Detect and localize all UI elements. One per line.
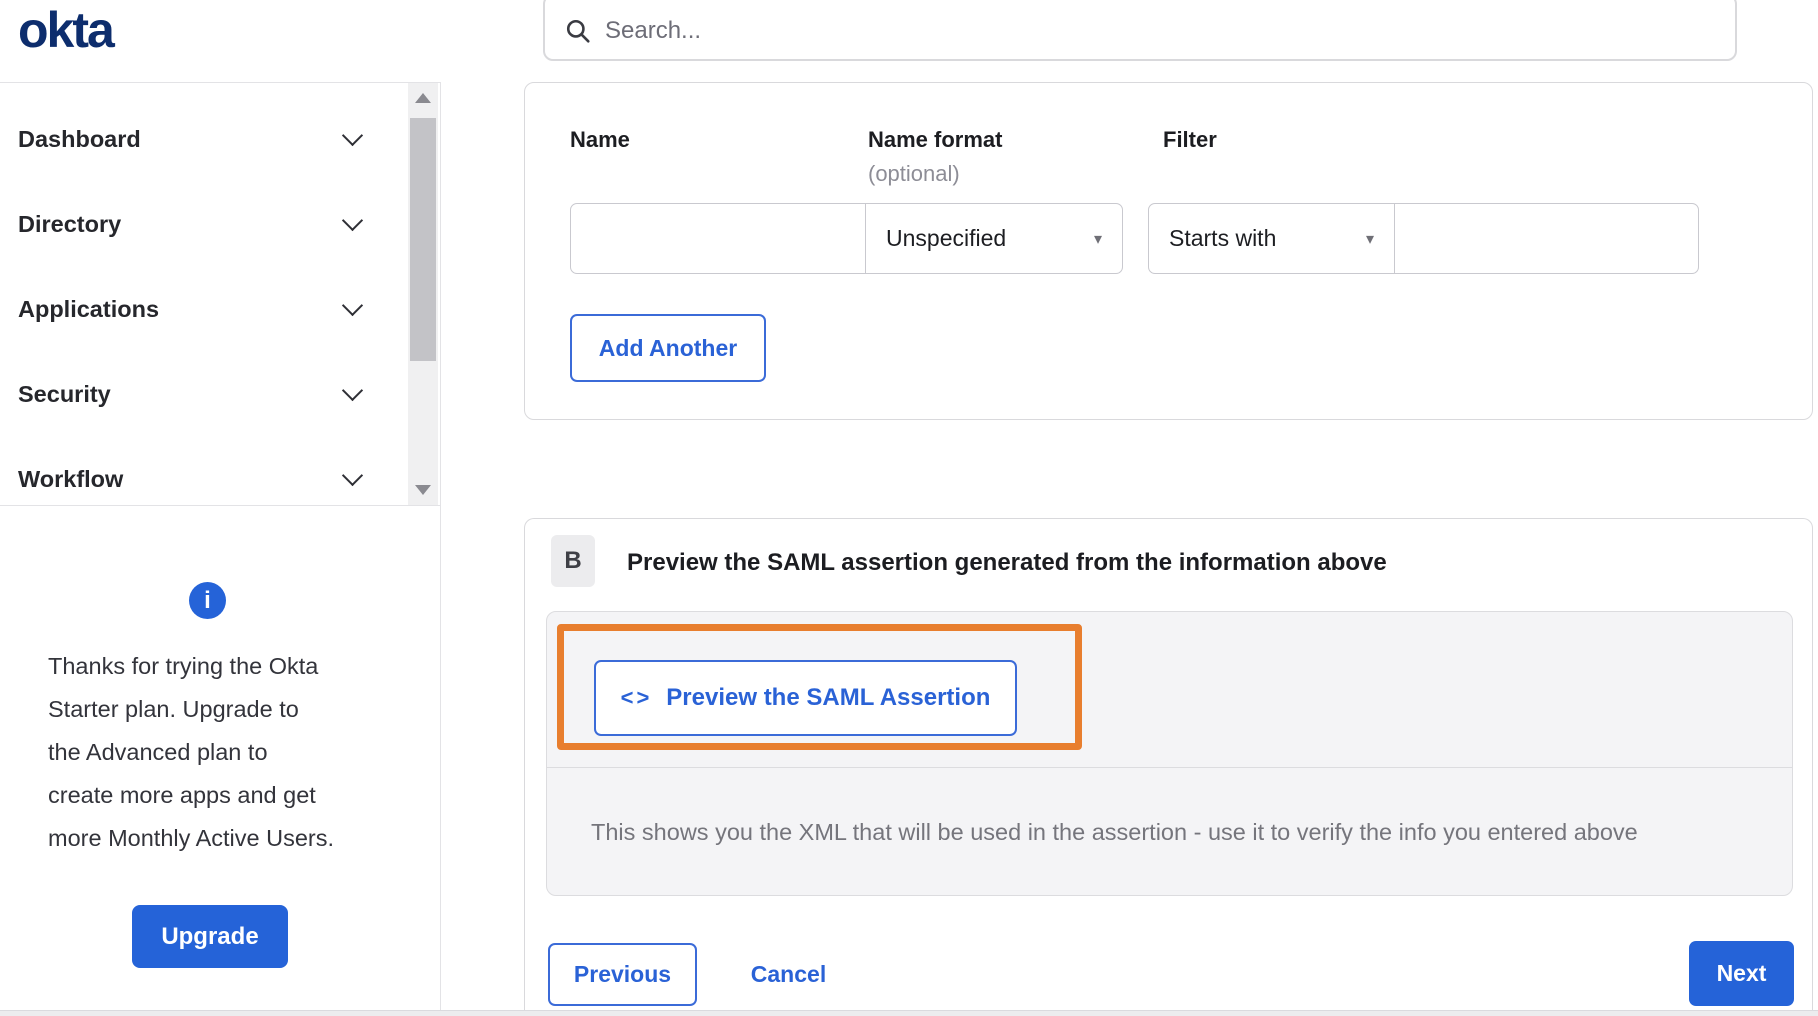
preview-saml-panel: B Preview the SAML assertion generated f… <box>524 518 1813 1010</box>
sidebar-item-label: Directory <box>18 210 122 237</box>
dropdown-arrow-icon: ▾ <box>1365 230 1374 248</box>
code-icon: <> <box>620 685 653 710</box>
name-format-value: Unspecified <box>886 225 1007 251</box>
scroll-down-icon <box>415 485 431 495</box>
preview-saml-assertion-button[interactable]: <> Preview the SAML Assertion <box>594 660 1017 736</box>
sidebar-item-label: Dashboard <box>18 125 141 152</box>
name-format-select[interactable]: Unspecified ▾ <box>865 203 1123 274</box>
upsell-line: more Monthly Active Users. <box>48 825 335 851</box>
sidebar-divider <box>440 82 441 1010</box>
scroll-up-button[interactable] <box>408 83 438 113</box>
chevron-down-icon <box>341 209 364 231</box>
sidebar-item-label: Workflow <box>18 465 124 492</box>
okta-admin-page: okta Dashboard Directory Applications Se… <box>0 0 1818 1016</box>
upsell-message: Thanks for trying the Okta Starter plan.… <box>48 645 358 860</box>
upsell-line: Starter plan. Upgrade to <box>48 696 299 722</box>
filter-operator-select[interactable]: Starts with ▾ <box>1148 203 1395 274</box>
scroll-up-icon <box>415 93 431 103</box>
name-format-optional-hint: (optional) <box>868 161 960 186</box>
cancel-button[interactable]: Cancel <box>741 943 836 1006</box>
section-b-title: Preview the SAML assertion generated fro… <box>627 549 1387 576</box>
upsell-line: Thanks for trying the Okta <box>48 653 319 679</box>
upsell-line: create more apps and get <box>48 782 316 808</box>
scrollbar-thumb[interactable] <box>410 118 436 361</box>
info-icon: i <box>189 582 226 619</box>
sidebar-item-label: Security <box>18 380 111 407</box>
chevron-down-icon <box>341 379 364 401</box>
sidebar-item-security[interactable]: Security <box>18 370 364 418</box>
chevron-down-icon <box>341 294 364 316</box>
sidebar-scrollbar[interactable] <box>408 83 438 505</box>
chevron-down-icon <box>341 464 364 486</box>
okta-logo: okta <box>18 2 115 58</box>
filter-operator-value: Starts with <box>1169 225 1277 251</box>
name-format-column-label: Name format <box>868 127 1003 152</box>
sidebar-item-label: Applications <box>18 295 160 322</box>
sidebar-item-workflow[interactable]: Workflow <box>18 455 364 503</box>
dropdown-arrow-icon: ▾ <box>1093 230 1102 248</box>
previous-button[interactable]: Previous <box>548 943 697 1006</box>
attribute-name-input[interactable] <box>570 203 866 274</box>
chevron-down-icon <box>341 124 364 146</box>
search-icon <box>566 19 590 43</box>
sidebar-nav: Dashboard Directory Applications Securit… <box>0 82 441 506</box>
upsell-line: the Advanced plan to <box>48 739 268 765</box>
attribute-statements-panel: Name Name format (optional) Filter Unspe… <box>524 82 1813 420</box>
sidebar-item-dashboard[interactable]: Dashboard <box>18 115 364 163</box>
add-another-button[interactable]: Add Another <box>570 314 766 382</box>
preview-area: <> Preview the SAML Assertion This shows… <box>546 611 1793 896</box>
search-input[interactable] <box>605 16 1717 45</box>
preview-button-label: Preview the SAML Assertion <box>666 684 991 711</box>
filter-column-label: Filter <box>1163 127 1217 152</box>
preview-description: This shows you the XML that will be used… <box>591 818 1638 845</box>
upgrade-button[interactable]: Upgrade <box>132 905 288 968</box>
sidebar-item-applications[interactable]: Applications <box>18 285 364 333</box>
global-search[interactable] <box>543 0 1737 61</box>
section-b-badge: B <box>551 535 595 587</box>
name-column-label: Name <box>570 127 630 152</box>
next-button[interactable]: Next <box>1689 941 1794 1006</box>
filter-value-input[interactable] <box>1394 203 1699 274</box>
scroll-down-button[interactable] <box>408 475 438 505</box>
page-bottom-edge <box>0 1010 1818 1016</box>
sidebar-item-directory[interactable]: Directory <box>18 200 364 248</box>
